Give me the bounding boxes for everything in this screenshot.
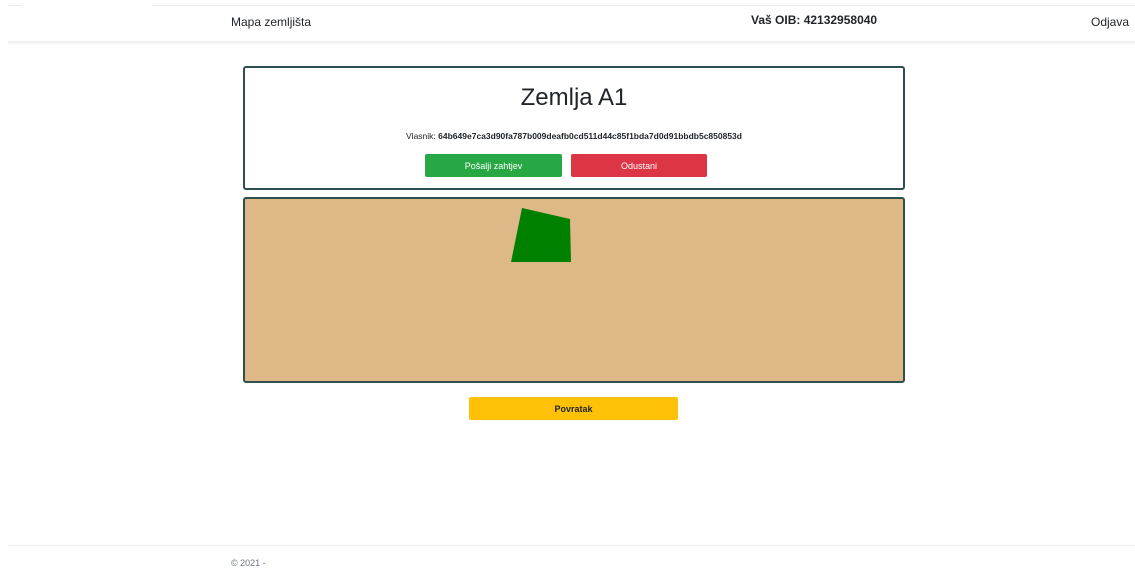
cancel-button[interactable]: Odustani bbox=[571, 154, 707, 177]
land-title: Zemlja A1 bbox=[520, 84, 628, 111]
brand-link[interactable]: Mapa zemljišta bbox=[231, 15, 311, 29]
footer-copyright: © 2021 - bbox=[231, 558, 266, 568]
owner-hash: 64b649e7ca3d90fa787b009deafb0cd511d44c85… bbox=[438, 131, 742, 141]
top-navbar: Mapa zemljišta Vaš OIB: 42132958040 Odja… bbox=[0, 0, 1135, 44]
send-request-button[interactable]: Pošalji zahtjev bbox=[425, 154, 562, 177]
land-map-canvas bbox=[511, 208, 571, 262]
land-info-card: Zemlja A1 Vlasnik: 64b649e7ca3d90fa787b0… bbox=[243, 66, 905, 190]
land-map[interactable] bbox=[243, 197, 905, 383]
land-parcel-shape[interactable] bbox=[511, 208, 571, 262]
owner-label: Vlasnik: bbox=[406, 131, 436, 141]
navbar-bottom-divider bbox=[8, 41, 1135, 43]
owner-line: Vlasnik: 64b649e7ca3d90fa787b009deafb0cd… bbox=[245, 131, 903, 141]
navbar-top-divider bbox=[152, 5, 1135, 6]
logout-link[interactable]: Odjava bbox=[1091, 15, 1129, 29]
user-oib-label: Vaš OIB: 42132958040 bbox=[751, 13, 878, 27]
footer-divider bbox=[8, 545, 1135, 546]
navbar-top-divider-left bbox=[8, 5, 22, 6]
back-button[interactable]: Povratak bbox=[469, 397, 678, 420]
